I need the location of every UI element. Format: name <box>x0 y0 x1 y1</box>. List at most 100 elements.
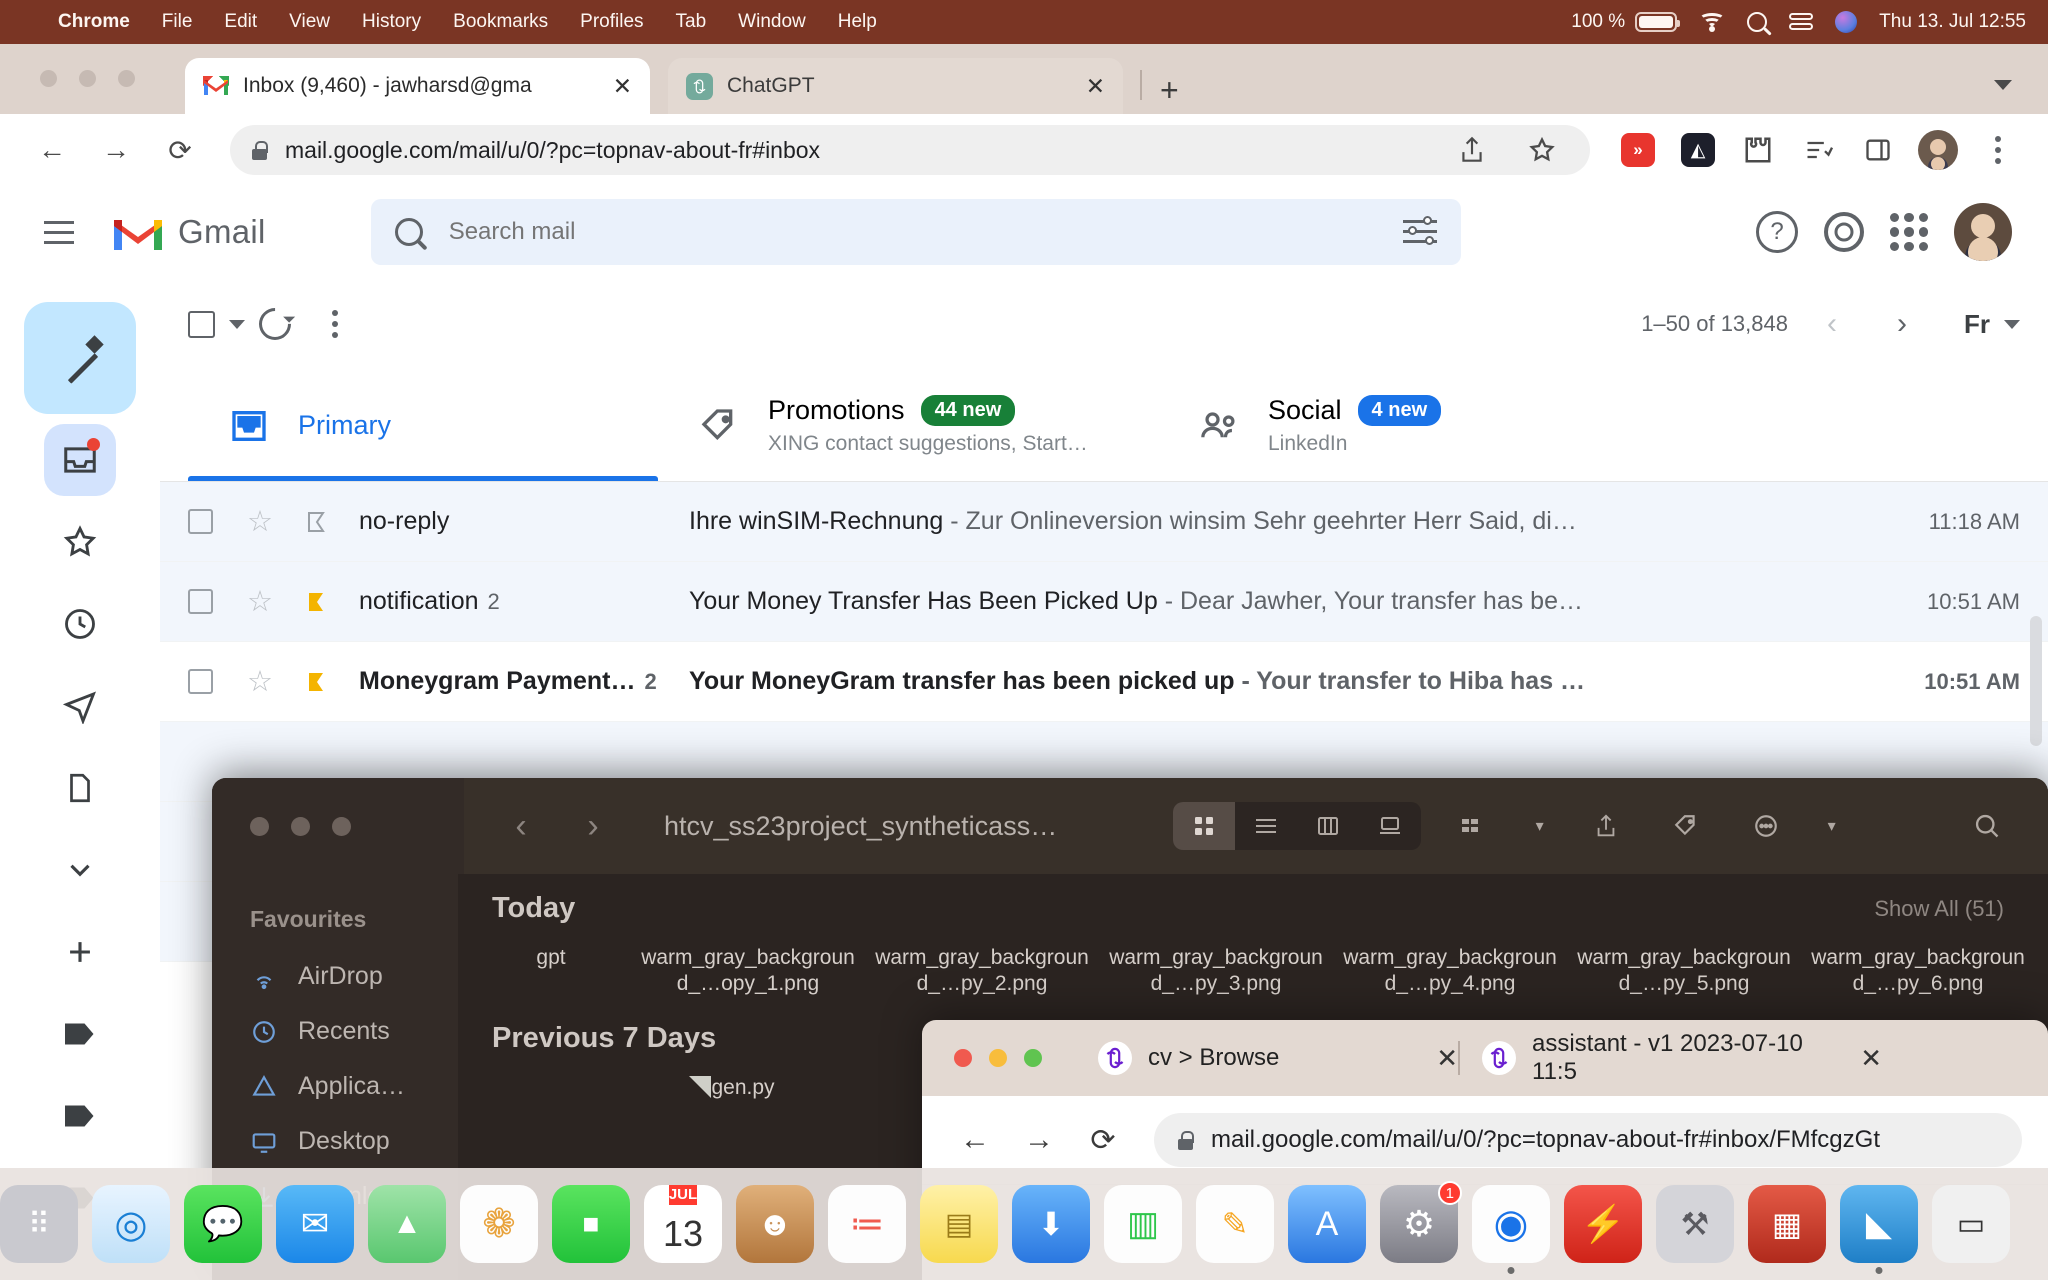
important-marker-icon[interactable] <box>305 669 329 695</box>
photos-icon[interactable]: ❁ <box>460 1185 538 1263</box>
share-icon[interactable] <box>1446 124 1498 176</box>
help-icon[interactable]: ? <box>1756 211 1798 253</box>
maximize-button[interactable] <box>332 816 351 836</box>
menu-item-view[interactable]: View <box>289 11 330 33</box>
chrome-icon[interactable]: ◉ <box>1472 1185 1550 1274</box>
more-options-button[interactable] <box>305 294 365 354</box>
chevron-right-icon[interactable]: › <box>570 807 616 846</box>
maximize-button[interactable] <box>118 70 135 87</box>
reload-icon[interactable]: ⟳ <box>1076 1113 1130 1167</box>
tab-chatgpt[interactable]: ChatGPT ✕ <box>668 58 1123 114</box>
tab-social[interactable]: Social 4 new LinkedIn <box>1158 370 1479 481</box>
close-tab-icon[interactable]: ✕ <box>1086 73 1105 100</box>
row-checkbox[interactable] <box>188 669 213 694</box>
close-button[interactable] <box>40 70 57 87</box>
star-icon[interactable]: ☆ <box>247 504 273 539</box>
minimize-button[interactable] <box>291 816 310 836</box>
chrome-menu-icon[interactable] <box>1972 124 2024 176</box>
tab-assistant[interactable]: assistant - v1 2023-07-10 11:5 ✕ <box>1482 1030 1882 1086</box>
notes-icon[interactable]: ▤ <box>920 1185 998 1263</box>
reading-list-icon[interactable] <box>1792 124 1844 176</box>
maps-icon[interactable]: ▲ <box>368 1185 446 1263</box>
icon-view-icon[interactable] <box>1172 802 1235 850</box>
table-row[interactable]: ☆ notification 2 Your Money Transfer Has … <box>160 562 2048 642</box>
sidebar-item-applications[interactable]: Applica… <box>212 1059 458 1114</box>
search-mail-bar[interactable] <box>370 199 1461 265</box>
finder-window-controls[interactable] <box>212 778 464 874</box>
wifi-icon[interactable] <box>1699 12 1726 32</box>
star-icon[interactable]: ☆ <box>247 584 273 619</box>
column-view-icon[interactable] <box>1297 802 1359 850</box>
close-tab-icon[interactable]: ✕ <box>1436 1043 1458 1074</box>
list-item[interactable]: warm_gray_background_…py_2.png <box>870 945 1094 998</box>
important-marker-icon[interactable] <box>305 509 329 535</box>
select-all-checkbox[interactable] <box>188 310 215 338</box>
tab-search-chevron-icon[interactable] <box>1994 80 2012 90</box>
close-tab-icon[interactable]: ✕ <box>1860 1043 1882 1074</box>
extension-red-icon[interactable]: » <box>1612 124 1664 176</box>
sidebar-item-inbox[interactable] <box>44 424 116 496</box>
flash-icon[interactable]: ⚡ <box>1564 1185 1642 1263</box>
menu-item-history[interactable]: History <box>362 11 421 33</box>
bookmark-star-icon[interactable] <box>1516 124 1568 176</box>
back-icon[interactable]: ← <box>24 122 80 178</box>
share-icon[interactable] <box>1579 802 1633 850</box>
vscode-icon[interactable]: ◣ <box>1840 1185 1918 1274</box>
safari-icon[interactable]: ◎ <box>92 1185 170 1263</box>
sidebar-item-airdrop[interactable]: AirDrop <box>212 949 458 1004</box>
calendar-icon[interactable]: JUL 13 <box>644 1185 722 1263</box>
profile-avatar[interactable] <box>1912 124 1964 176</box>
minimize-button[interactable] <box>79 70 96 87</box>
address-bar[interactable]: mail.google.com/mail/u/0/?pc=topnav-abou… <box>1154 1113 2022 1167</box>
tab-primary[interactable]: Primary <box>188 370 658 481</box>
new-tab-button[interactable]: + <box>1160 72 1179 109</box>
search-icon[interactable] <box>1960 802 2014 850</box>
messages-icon[interactable]: 💬 <box>184 1185 262 1263</box>
row-checkbox[interactable] <box>188 509 213 534</box>
main-menu-icon[interactable] <box>28 201 90 263</box>
launchpad-icon[interactable]: ⠿ <box>0 1185 78 1263</box>
extension-dark-icon[interactable]: ◭ <box>1672 124 1724 176</box>
maximize-button[interactable] <box>1024 1049 1042 1067</box>
group-by-icon[interactable] <box>1447 802 1501 850</box>
sidebar-item-desktop[interactable]: Desktop <box>212 1114 458 1169</box>
view-mode-switcher[interactable] <box>1172 802 1421 850</box>
close-button[interactable] <box>250 816 269 836</box>
refresh-button[interactable] <box>245 294 305 354</box>
search-options-icon[interactable] <box>1402 216 1437 246</box>
menu-item-help[interactable]: Help <box>838 11 877 33</box>
utilities-icon[interactable]: ⚒ <box>1656 1185 1734 1263</box>
close-tab-icon[interactable]: ✕ <box>613 73 632 100</box>
pages-icon[interactable]: ✎ <box>1196 1185 1274 1263</box>
settings-gear-icon[interactable] <box>1824 212 1864 252</box>
menu-item-edit[interactable]: Edit <box>224 11 257 33</box>
settings-icon[interactable]: ⚙ 1 <box>1380 1181 1462 1263</box>
list-item[interactable]: warm_gray_background_…py_4.png <box>1338 945 1562 998</box>
actions-icon[interactable] <box>1739 802 1793 850</box>
important-marker-icon[interactable] <box>305 589 329 615</box>
list-item[interactable]: gen.py <box>668 1075 818 1101</box>
gallery-view-icon[interactable] <box>1359 802 1421 850</box>
tab-promotions[interactable]: Promotions 44 new XING contact suggestio… <box>658 370 1158 481</box>
facetime-icon[interactable]: ■ <box>552 1185 630 1263</box>
table-row[interactable]: ☆ Moneygram Payment… 2 Your MoneyGram tra… <box>160 642 2048 722</box>
contacts-icon[interactable]: ☻ <box>736 1185 814 1263</box>
back-icon[interactable]: ← <box>948 1113 1002 1167</box>
list-scrollbar[interactable] <box>2030 616 2042 746</box>
sidebar-item-sent[interactable] <box>44 670 116 742</box>
sidebar-item-drafts[interactable] <box>44 752 116 824</box>
numbers-icon[interactable]: ▥ <box>1104 1185 1182 1263</box>
chevron-down-icon[interactable]: ▾ <box>1527 802 1553 850</box>
minimize-button[interactable] <box>989 1049 1007 1067</box>
search-icon[interactable] <box>1747 12 1768 32</box>
sidebar-item-label-1[interactable] <box>44 998 116 1070</box>
input-tools-selector[interactable]: Fr <box>1964 309 2020 340</box>
google-apps-icon[interactable] <box>1890 213 1928 251</box>
menu-item-chrome[interactable]: Chrome <box>58 11 130 33</box>
tab-cv-browse[interactable]: cv > Browse ✕ <box>1098 1041 1458 1075</box>
siri-icon[interactable] <box>1835 11 1858 33</box>
side-panel-icon[interactable] <box>1852 124 1904 176</box>
tag-icon[interactable] <box>1659 802 1713 850</box>
account-avatar[interactable] <box>1954 203 2012 261</box>
gmail-logo[interactable]: Gmail <box>112 212 266 252</box>
